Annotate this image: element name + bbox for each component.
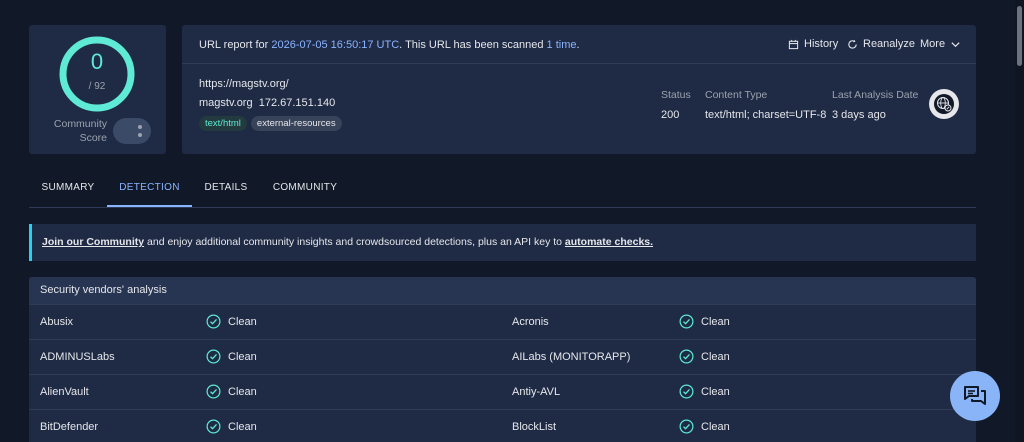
tag-external-resources[interactable]: external-resources (250, 116, 342, 131)
refresh-icon (848, 39, 857, 49)
vendor-name: Acronis (512, 316, 549, 328)
vendor-status: Clean (206, 314, 257, 329)
vote-dot-icon (138, 125, 142, 129)
status-meta: Status 200 (661, 89, 691, 121)
tab-detection[interactable]: DETECTION (107, 172, 192, 207)
calendar-icon (788, 39, 799, 49)
vendor-status: Clean (206, 349, 257, 364)
vendor-row: BitDefender Clean BlockList Clean (29, 409, 976, 442)
check-circle-icon (679, 419, 694, 434)
scanned-url: https://magstv.org/ (199, 78, 289, 90)
vendor-status: Clean (206, 384, 257, 399)
url-report-card: URL report for 2026-07-05 16:50:17 UTC. … (182, 25, 976, 154)
check-circle-icon (206, 349, 221, 364)
vendor-name: Antiy-AVL (512, 386, 561, 398)
vendor-status: Clean (206, 419, 257, 434)
tab-summary[interactable]: SUMMARY (29, 172, 107, 207)
host-info: magstv.org 172.67.151.140 (199, 97, 335, 109)
content-type-meta: Content Type text/html; charset=UTF-8 (705, 89, 827, 121)
vote-dot-icon (138, 133, 142, 137)
report-header: URL report for 2026-07-05 16:50:17 UTC. … (182, 25, 976, 64)
community-banner: Join our Community and enjoy additional … (29, 224, 976, 261)
check-circle-icon (679, 384, 694, 399)
detection-score: 0 (90, 49, 104, 74)
domain-name: magstv.org (199, 97, 253, 109)
vendor-name: BlockList (512, 421, 557, 433)
more-menu-button[interactable]: More (920, 38, 961, 50)
detection-total: / 92 (88, 81, 106, 92)
vendors-title: Security vendors' analysis (29, 277, 976, 304)
last-analysis-meta: Last Analysis Date 3 days ago (832, 89, 919, 121)
vendor-row: Abusix Clean Acronis Clean (29, 304, 976, 339)
automate-checks-link[interactable]: automate checks. (565, 236, 653, 248)
vendor-status: Clean (679, 419, 730, 434)
reanalyze-button[interactable]: Reanalyze (847, 38, 915, 50)
globe-icon (934, 94, 954, 114)
history-button[interactable]: History (788, 38, 838, 50)
chat-icon (964, 386, 986, 405)
content-type-value: text/html; charset=UTF-8 (705, 109, 827, 121)
security-vendors-panel: Security vendors' analysis Abusix Clean … (29, 277, 976, 442)
page-scrollbar[interactable] (1015, 0, 1024, 442)
chat-button[interactable] (950, 371, 1000, 421)
check-circle-icon (206, 419, 221, 434)
vendor-status: Clean (679, 314, 730, 329)
last-analysis-value: 3 days ago (832, 109, 886, 121)
join-community-link[interactable]: Join our Community (42, 236, 144, 248)
ip-address: 172.67.151.140 (258, 97, 336, 109)
scan-count-link[interactable]: 1 time (547, 39, 577, 51)
score-card: 0 / 92 Community Score (29, 25, 166, 154)
banner-text: Join our Community and enjoy additional … (42, 236, 654, 248)
tag-list: text/html external-resources (199, 116, 342, 131)
vendor-name: ADMINUSLabs (40, 351, 115, 363)
report-tabs: SUMMARY DETECTION DETAILS COMMUNITY (29, 172, 976, 208)
chevron-down-icon (951, 41, 960, 47)
check-circle-icon (679, 349, 694, 364)
vendor-name: Abusix (40, 316, 74, 328)
globe-link-icon[interactable] (929, 89, 959, 119)
check-circle-icon (206, 314, 221, 329)
tab-community[interactable]: COMMUNITY (260, 172, 350, 207)
vendor-row: AlienVault Clean Antiy-AVL Clean (29, 374, 976, 409)
report-datetime[interactable]: 2026-07-05 16:50:17 UTC (271, 39, 399, 51)
vendor-row: ADMINUSLabs Clean AILabs (MONITORAPP) Cl… (29, 339, 976, 374)
tab-details[interactable]: DETAILS (192, 172, 260, 207)
vendor-name: AILabs (MONITORAPP) (512, 351, 631, 363)
check-circle-icon (206, 384, 221, 399)
tag-text-html[interactable]: text/html (199, 116, 247, 131)
scrollbar-thumb[interactable] (1017, 6, 1022, 66)
status-value: 200 (661, 109, 680, 121)
community-score-label: Community Score (53, 118, 107, 144)
check-circle-icon (679, 314, 694, 329)
vendor-name: BitDefender (40, 421, 99, 433)
vendor-name: AlienVault (40, 386, 89, 398)
vendor-status: Clean (679, 349, 730, 364)
vendor-status: Clean (679, 384, 730, 399)
report-summary-line: URL report for 2026-07-05 16:50:17 UTC. … (199, 39, 580, 51)
community-vote-button[interactable] (113, 118, 151, 144)
